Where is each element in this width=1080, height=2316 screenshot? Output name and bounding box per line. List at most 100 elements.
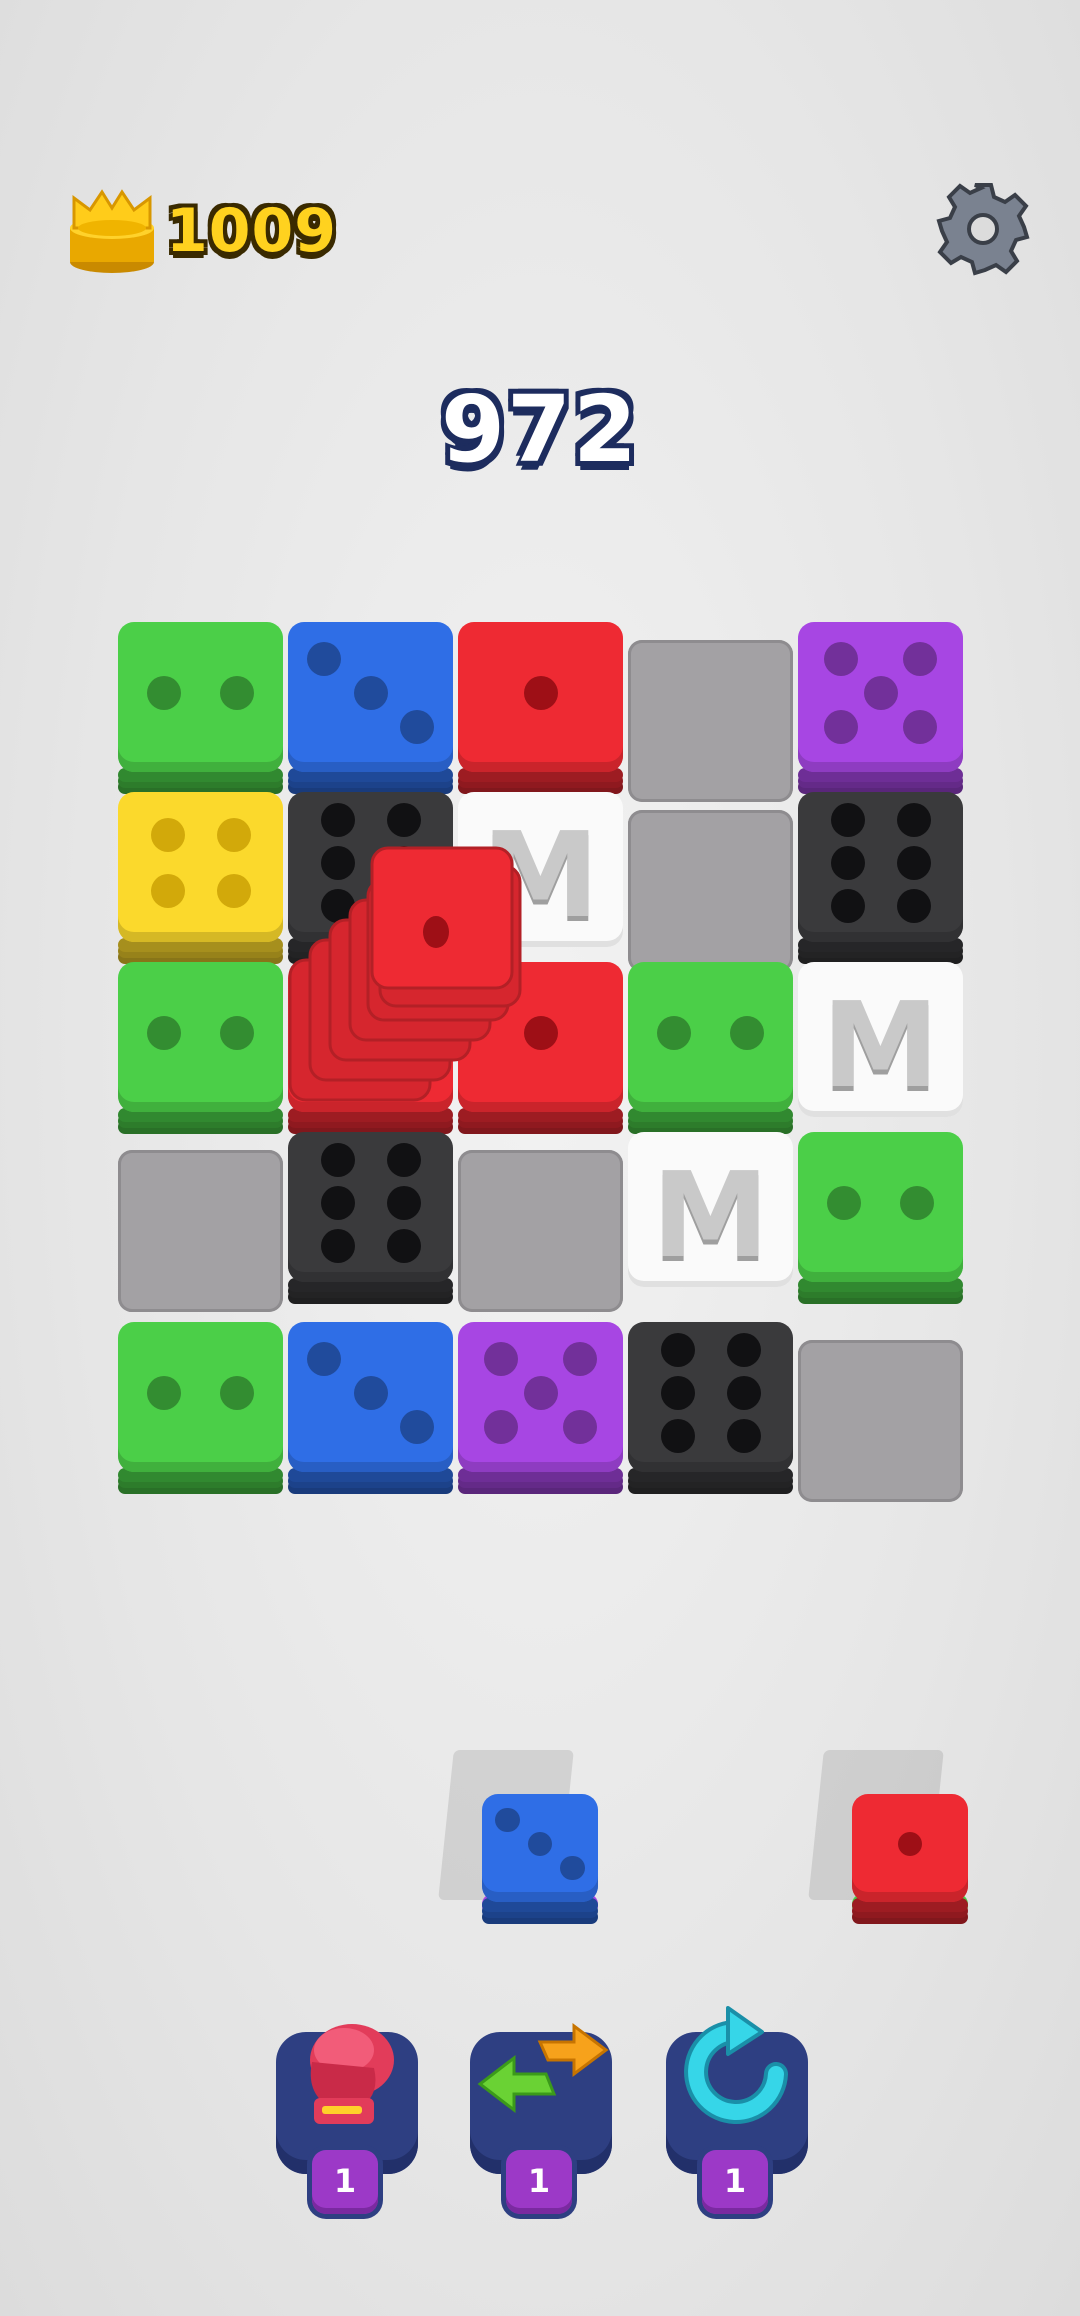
m-block-tile[interactable]: M xyxy=(798,962,963,1137)
pip xyxy=(219,1376,254,1410)
swap-count: 1 xyxy=(506,2150,572,2214)
die-face xyxy=(798,622,963,772)
pip xyxy=(657,1016,692,1050)
swap-booster[interactable]: 1 xyxy=(470,2023,612,2214)
pip xyxy=(423,916,449,948)
boxing-glove-count: 1 xyxy=(312,2150,378,2214)
boxing-glove-icon xyxy=(310,2024,394,2124)
pip xyxy=(320,1143,355,1178)
pip xyxy=(150,817,185,852)
empty-cell[interactable] xyxy=(628,792,793,972)
pip xyxy=(523,676,558,710)
die-face xyxy=(118,622,283,772)
pip xyxy=(897,1831,923,1857)
pip xyxy=(386,1143,421,1178)
pip xyxy=(320,1228,355,1263)
pip xyxy=(320,803,355,838)
die-tile[interactable] xyxy=(798,622,963,797)
pip xyxy=(353,1376,388,1410)
pip xyxy=(483,1341,518,1376)
die-tile[interactable] xyxy=(118,1322,283,1497)
pip xyxy=(527,1831,553,1857)
refresh-booster[interactable]: 1 xyxy=(666,2006,808,2214)
pip xyxy=(523,1376,558,1410)
pip xyxy=(307,641,342,676)
tray-piece[interactable] xyxy=(438,1750,598,1934)
die-tile[interactable] xyxy=(288,622,453,797)
die-face xyxy=(798,792,963,942)
pip xyxy=(147,676,182,710)
pip xyxy=(216,817,251,852)
pip xyxy=(726,1333,761,1368)
pip xyxy=(320,1186,355,1220)
boxing-glove-booster[interactable]: 1 xyxy=(276,2024,418,2214)
die-tile[interactable] xyxy=(118,622,283,797)
die-face xyxy=(482,1794,598,1902)
pip xyxy=(903,710,938,745)
die-face xyxy=(798,1132,963,1282)
die-tile[interactable] xyxy=(628,962,793,1137)
empty-slot xyxy=(628,810,793,972)
pip xyxy=(729,1016,764,1050)
die-face xyxy=(118,792,283,942)
pip xyxy=(219,676,254,710)
die-face xyxy=(288,1132,453,1282)
m-block-tile[interactable]: M xyxy=(628,1132,793,1307)
m-letter: M xyxy=(651,1146,770,1284)
refresh-icon xyxy=(684,2006,788,2124)
die-tile[interactable] xyxy=(628,1322,793,1497)
pip xyxy=(823,710,858,745)
die-tile[interactable] xyxy=(118,792,283,967)
pip xyxy=(399,1410,434,1445)
empty-slot xyxy=(458,1150,623,1312)
die-tile[interactable] xyxy=(798,792,963,967)
m-block-face: M xyxy=(798,962,963,1117)
die-tile[interactable] xyxy=(798,1132,963,1307)
pip xyxy=(560,1855,585,1881)
empty-cell[interactable] xyxy=(118,1132,283,1312)
die-face xyxy=(288,1322,453,1472)
pip xyxy=(386,1186,421,1220)
game-board: MMM xyxy=(0,0,1080,1600)
empty-slot xyxy=(628,640,793,802)
empty-cell[interactable] xyxy=(628,622,793,802)
pip xyxy=(830,846,865,880)
pip xyxy=(353,676,388,710)
die-face xyxy=(628,1322,793,1472)
die-tile[interactable] xyxy=(118,962,283,1137)
pip xyxy=(563,1410,598,1445)
pip xyxy=(827,1186,862,1220)
empty-slot xyxy=(798,1340,963,1502)
die-face xyxy=(118,962,283,1112)
die-face xyxy=(288,622,453,772)
pip xyxy=(903,641,938,676)
pip xyxy=(830,888,865,923)
pip xyxy=(896,888,931,923)
pip xyxy=(863,676,898,710)
pip xyxy=(660,1333,695,1368)
die-face xyxy=(628,962,793,1112)
m-letter: M xyxy=(821,976,940,1114)
pip xyxy=(660,1418,695,1453)
pip xyxy=(830,803,865,838)
pip xyxy=(483,1410,518,1445)
pip xyxy=(386,1228,421,1263)
die-tile[interactable] xyxy=(288,1132,453,1307)
pip xyxy=(563,1341,598,1376)
die-tile[interactable] xyxy=(288,1322,453,1497)
pip xyxy=(660,1376,695,1410)
die-face xyxy=(458,1322,623,1472)
pip xyxy=(896,846,931,880)
pip xyxy=(495,1807,520,1833)
pip xyxy=(899,1186,934,1220)
empty-cell[interactable] xyxy=(458,1132,623,1312)
pip xyxy=(896,803,931,838)
die-tile[interactable] xyxy=(458,1322,623,1497)
pip xyxy=(219,1016,254,1050)
empty-cell[interactable] xyxy=(798,1322,963,1502)
pip xyxy=(216,874,251,909)
tray-piece[interactable] xyxy=(808,1750,968,1934)
die-tile[interactable] xyxy=(458,622,623,797)
booster-bar: 1 1 1 xyxy=(0,1990,1080,2240)
pip xyxy=(147,1376,182,1410)
